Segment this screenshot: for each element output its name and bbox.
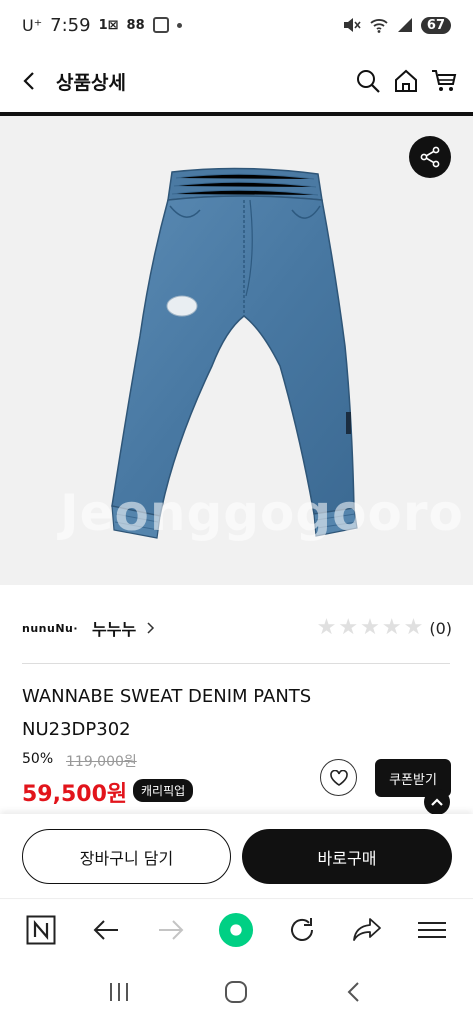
- pickup-badge: 캐리픽업: [133, 779, 194, 802]
- page-title: 상품상세: [56, 71, 126, 94]
- cart-icon[interactable]: [431, 68, 457, 94]
- brand-name-link[interactable]: 누누누: [92, 616, 136, 640]
- green-dot-icon[interactable]: [218, 912, 254, 948]
- back-arrow-icon[interactable]: [16, 68, 42, 94]
- header-actions: [355, 68, 457, 94]
- product-image[interactable]: Jeonggogooro: [0, 116, 473, 585]
- original-price: 119,000원: [66, 754, 137, 770]
- product-name: WANNABE SWEAT DENIM PANTS: [22, 686, 312, 707]
- menu-icon[interactable]: [414, 912, 450, 948]
- status-bar: U⁺ 7:59 1⊠ 88 67: [0, 0, 473, 50]
- purchase-bar: 장바구니 담기 바로구매: [0, 814, 473, 898]
- status-right: 67: [343, 16, 451, 34]
- rating-stars[interactable]: ★ ★ ★ ★ ★ (0): [317, 617, 452, 639]
- recent-apps-icon[interactable]: [104, 977, 134, 1007]
- forward-icon[interactable]: [153, 912, 189, 948]
- clock: 7:59: [50, 14, 91, 36]
- share-arrow-icon[interactable]: [349, 912, 385, 948]
- refresh-icon[interactable]: [284, 912, 320, 948]
- product-code: NU23DP302: [22, 719, 131, 740]
- dot-icon: [176, 22, 182, 28]
- top-app-bar: 상품상세: [0, 50, 473, 112]
- signal-icon: [397, 18, 412, 32]
- brand-row: nunuNu· 누누누 ★ ★ ★ ★ ★ (0): [22, 608, 452, 648]
- star-icon: ★: [360, 615, 380, 640]
- 1x-icon: 1⊠: [98, 17, 119, 33]
- divider: [22, 663, 450, 664]
- status-left: U⁺ 7:59 1⊠ 88: [22, 15, 182, 36]
- star-icon: ★: [381, 615, 402, 640]
- naver-n-icon[interactable]: [23, 912, 59, 948]
- carrier-label: U⁺: [22, 15, 43, 35]
- system-navigation: [0, 960, 473, 1024]
- mute-icon: [343, 18, 361, 32]
- share-icon[interactable]: [409, 136, 451, 178]
- brand-logo[interactable]: nunuNu·: [22, 622, 78, 635]
- discount-rate: 50%: [22, 751, 54, 767]
- star-icon: ★: [338, 615, 359, 640]
- chevron-right-icon[interactable]: [144, 622, 156, 634]
- heart-icon: [329, 769, 348, 786]
- home-button-icon[interactable]: [221, 977, 251, 1007]
- add-to-cart-button[interactable]: 장바구니 담기: [22, 829, 231, 884]
- wifi-icon: [370, 19, 388, 33]
- sale-price: 59,500원: [22, 782, 128, 807]
- review-count: (0): [429, 618, 452, 638]
- star-icon: ★: [316, 615, 337, 640]
- back-icon[interactable]: [88, 912, 124, 948]
- battery-icon: 67: [420, 16, 451, 34]
- wishlist-button[interactable]: [320, 759, 357, 796]
- buy-now-button[interactable]: 바로구매: [242, 829, 452, 884]
- grid-88-icon: 88: [126, 17, 145, 33]
- search-icon[interactable]: [355, 68, 381, 94]
- watermark-text: Jeonggogooro: [60, 484, 464, 542]
- star-icon: ★: [403, 615, 424, 640]
- chevron-up-icon: [431, 798, 443, 806]
- system-back-icon[interactable]: [339, 977, 369, 1007]
- sim-box-icon: [152, 17, 169, 33]
- scroll-top-button[interactable]: [424, 789, 450, 815]
- home-icon[interactable]: [393, 68, 419, 94]
- browser-toolbar: [0, 898, 473, 960]
